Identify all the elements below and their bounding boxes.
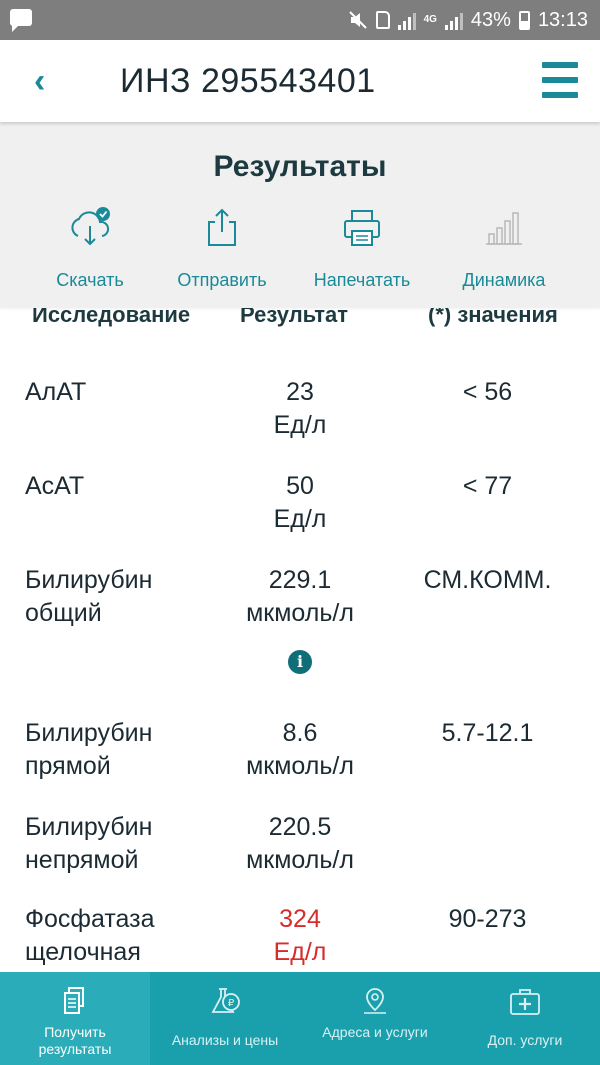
result-unit: Ед/л xyxy=(273,938,327,966)
result-cell: 50 Ед/л xyxy=(200,470,400,536)
bar-chart-icon xyxy=(486,212,522,245)
back-icon[interactable]: ‹ xyxy=(34,62,45,101)
nav-get-results-label: Получить результаты xyxy=(38,1024,112,1057)
result-value: 324 xyxy=(279,905,321,933)
result-unit: Ед/л xyxy=(273,411,327,439)
results-title: Результаты xyxy=(213,150,387,183)
medical-kit-icon xyxy=(510,989,540,1015)
result-unit: Ед/л xyxy=(273,505,327,533)
nav-extra-services-label: Доп. услуги xyxy=(487,1032,563,1048)
results-header: Результаты xyxy=(0,122,600,212)
nav-addresses[interactable]: Адреса и услуги xyxy=(300,972,450,1065)
test-name: Билирубин общий xyxy=(25,566,153,627)
status-bar: 4G 43% 13:13 xyxy=(0,0,600,40)
signal-icon-2 xyxy=(444,10,463,30)
result-value: 50 xyxy=(286,472,314,500)
result-cell: 8.6 мкмоль/л xyxy=(200,717,400,783)
reference-value: 90-273 xyxy=(448,905,527,933)
nav-tests-prices-label: Анализы и цены xyxy=(171,1032,279,1048)
download-label: Скачать xyxy=(56,270,124,290)
reference-value: СМ.КОММ. xyxy=(423,566,552,594)
action-toolbar: Скачать Отправить Напечатать Динамика xyxy=(0,202,600,308)
reference-value: < 56 xyxy=(462,378,513,406)
test-name: АсАТ xyxy=(25,472,85,500)
result-unit: мкмоль/л xyxy=(246,752,354,780)
printer-icon xyxy=(344,210,380,246)
hamburger-icon[interactable] xyxy=(542,62,578,98)
info-icon[interactable]: i xyxy=(288,650,312,674)
share-label: Отправить xyxy=(177,270,267,290)
nav-get-results[interactable]: Получить результаты xyxy=(0,972,150,1065)
result-cell: 229.1 мкмоль/л xyxy=(200,564,400,630)
mute-icon xyxy=(348,10,368,30)
print-label: Напечатать xyxy=(313,270,411,290)
results-table: Исследование Результат (*) значения АлАТ… xyxy=(0,300,600,970)
reference-value: < 77 xyxy=(462,472,513,500)
message-icon xyxy=(10,9,32,32)
result-value: 8.6 xyxy=(282,719,318,747)
result-cell-abnormal: 324 Ед/л xyxy=(200,903,400,969)
flask-icon: ₽ xyxy=(211,988,240,1013)
signal-icon xyxy=(397,10,416,30)
network-type: 4G xyxy=(423,14,437,25)
share-button[interactable]: Отправить xyxy=(162,202,282,291)
reference-value: 5.7-12.1 xyxy=(441,719,534,747)
battery-percent: 43% xyxy=(470,8,511,31)
svg-text:₽: ₽ xyxy=(228,998,235,1009)
result-value: 220.5 xyxy=(268,813,332,841)
cloud-download-icon xyxy=(71,207,110,246)
download-button[interactable]: Скачать xyxy=(30,202,150,291)
test-name: Билирубин прямой xyxy=(25,719,153,780)
dynamics-label: Динамика xyxy=(462,270,546,290)
bottom-navigation: Получить результаты ₽ Анализы и цены Адр… xyxy=(0,972,600,1065)
clock: 13:13 xyxy=(537,8,588,31)
status-icons: 4G 43% 13:13 xyxy=(348,0,588,40)
result-cell: 23 Ед/л xyxy=(200,376,400,442)
result-unit: мкмоль/л xyxy=(246,599,354,627)
sim-icon xyxy=(375,11,390,29)
battery-icon xyxy=(518,10,530,30)
app-header: ‹ ИНЗ 295543401 xyxy=(0,40,600,122)
result-cell: 220.5 мкмоль/л xyxy=(200,811,400,877)
nav-tests-prices[interactable]: ₽ Анализы и цены xyxy=(150,972,300,1065)
test-name: АлАТ xyxy=(25,378,87,406)
document-icon xyxy=(64,987,84,1014)
result-value: 23 xyxy=(286,378,314,406)
test-name: Билирубин непрямой xyxy=(25,813,153,874)
dynamics-button[interactable]: Динамика xyxy=(444,202,564,291)
map-pin-icon xyxy=(364,988,386,1014)
nav-extra-services[interactable]: Доп. услуги xyxy=(450,972,600,1065)
print-button[interactable]: Напечатать xyxy=(302,202,422,291)
nav-addresses-label: Адреса и услуги xyxy=(322,1024,428,1040)
test-name: Фосфатаза щелочная xyxy=(25,905,155,966)
result-value: 229.1 xyxy=(268,566,332,594)
share-icon xyxy=(208,208,236,246)
result-unit: мкмоль/л xyxy=(246,846,354,874)
page-title: ИНЗ 295543401 xyxy=(120,62,376,100)
